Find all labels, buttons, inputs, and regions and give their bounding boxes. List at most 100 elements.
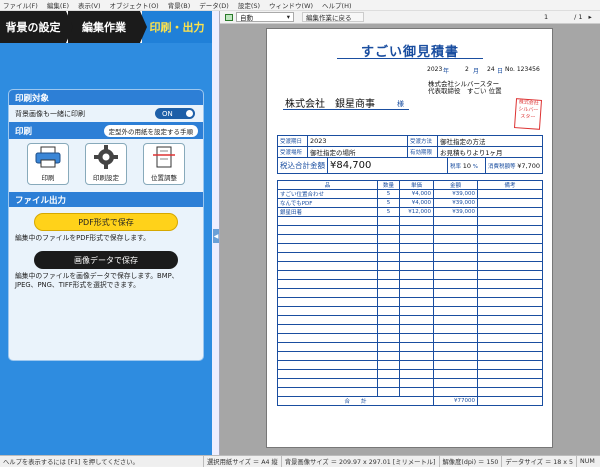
title-underline: [337, 58, 483, 59]
print-settings-label: 印刷設定: [93, 174, 119, 182]
print-header: 印刷 定型外の用紙を設定する手順: [9, 122, 203, 139]
tax-rate: 10: [462, 161, 472, 170]
chevron-down-icon: ▾: [286, 13, 290, 21]
total-value: ¥84,700: [330, 160, 372, 171]
save-image-button[interactable]: 画像データで保存: [34, 251, 178, 269]
info-table: 受渡期日 2023 受渡方法 御社指定の方法 受渡場所 御社指定の場所 有効期限 お見積もり…: [277, 135, 543, 158]
item-price: ¥12,000: [399, 207, 434, 217]
status-datasize: データサイズ ＝ 18 x 5: [501, 455, 576, 467]
table-row: すごい位置合わせ 5 ¥4,000 ¥39,000: [277, 189, 543, 199]
print-buttons: 印刷 印刷設定 位置調整: [9, 139, 203, 189]
position-adjust-icon: [150, 144, 178, 170]
customer-honorific: 様: [397, 100, 404, 108]
col-item: 品: [277, 180, 378, 190]
doc-day-unit: 日: [497, 68, 504, 75]
item-amount: ¥39,000: [433, 207, 478, 217]
doc-day: 24: [487, 66, 495, 73]
step-editing[interactable]: 編集作業: [66, 11, 147, 43]
table-row: [277, 288, 543, 298]
custom-paper-guide-button[interactable]: 定型外の用紙を設定する手順: [103, 124, 198, 137]
delivery-method: 御社指定の方法: [440, 138, 486, 146]
delivery-place: 御社指定の場所: [310, 149, 356, 157]
print-background-toggle[interactable]: ON: [155, 108, 195, 119]
table-row: [277, 306, 543, 316]
print-button[interactable]: 印刷: [27, 143, 69, 185]
zoom-select[interactable]: 自動 ▾: [236, 12, 294, 22]
page-total: / 1: [574, 13, 583, 21]
step-tabs: 背景の設定 編集作業 印刷・出力: [0, 11, 212, 43]
table-row: [277, 369, 543, 379]
table-row: 銀星田着 5 ¥12,000 ¥39,000: [277, 207, 543, 217]
menu-edit[interactable]: 編集(E): [47, 0, 69, 10]
menu-help[interactable]: ヘルプ(H): [322, 0, 351, 10]
collapse-arrow-icon[interactable]: ◀: [213, 229, 219, 243]
issuer-representative: 代表取締役 すごい 位置: [428, 87, 502, 95]
doc-no: No. 123456: [505, 66, 540, 73]
table-row: [277, 297, 543, 307]
delivery-date-year: 2023: [310, 137, 327, 145]
save-pdf-description: 編集中のファイルをPDF形式で保存します。: [15, 234, 150, 242]
item-name: 銀星田着: [277, 207, 378, 217]
view-mode-icon[interactable]: [225, 13, 233, 21]
item-name: すごい位置合わせ: [277, 189, 378, 199]
menu-background[interactable]: 背景(B): [168, 0, 191, 10]
menu-bar: ファイル(F) 編集(E) 表示(V) オブジェクト(O) 背景(B) データ(…: [0, 0, 600, 11]
page-nav-icon[interactable]: ▸: [589, 13, 592, 21]
step-background-settings[interactable]: 背景の設定: [0, 11, 73, 43]
zoom-value: 自動: [240, 14, 253, 22]
table-row: [277, 378, 543, 388]
col-note: 備考: [477, 180, 543, 190]
menu-settings[interactable]: 設定(S): [238, 0, 260, 10]
position-adjust-label: 位置調整: [151, 174, 177, 182]
preview-area: 自動 ▾ 編集作業に戻る 1 / 1 ▸ すごい御見積書 2023 年 2 月 2…: [220, 11, 600, 455]
item-qty: 5: [377, 207, 400, 217]
position-adjust-button[interactable]: 位置調整: [143, 143, 185, 185]
print-settings-button[interactable]: 印刷設定: [85, 143, 127, 185]
tax-value: ¥7,700: [517, 161, 540, 170]
customer-name: 株式会社 銀星商事: [285, 99, 375, 110]
output-panel: 印刷対象 背景画像も一緒に印刷 ON 印刷 定型外の用紙を設定する手順 印刷 印…: [8, 89, 204, 361]
back-to-edit-button[interactable]: 編集作業に戻る: [302, 12, 364, 22]
item-price: ¥4,000: [399, 189, 434, 199]
table-row: [277, 234, 543, 244]
save-pdf-button[interactable]: PDF形式で保存: [34, 213, 178, 231]
printer-icon: [34, 144, 62, 170]
table-row: [277, 360, 543, 370]
menu-file[interactable]: ファイル(F): [3, 0, 38, 10]
table-row: [277, 216, 543, 226]
menu-object[interactable]: オブジェクト(O): [110, 0, 159, 10]
table-row: [277, 270, 543, 280]
item-amount: ¥39,000: [433, 189, 478, 199]
col-qty: 数量: [377, 180, 400, 190]
print-button-label: 印刷: [41, 174, 55, 182]
status-dpi: 解像度(dpi) ＝ 150: [438, 455, 502, 467]
step-print-output[interactable]: 印刷・出力: [140, 11, 212, 43]
gear-icon: [92, 144, 120, 170]
print-background-label: 背景画像も一緒に印刷: [15, 109, 85, 118]
status-help: ヘルプを表示するには [F1] を押してください。: [3, 458, 139, 466]
total-label: 税込合計金額: [277, 157, 328, 174]
print-header-label: 印刷: [15, 126, 33, 137]
total-table: 税込合計金額 ¥84,700 税率 10 % 消費税額等 ¥7,700: [277, 157, 543, 174]
sum-row: 合 計 ¥77000: [277, 396, 543, 406]
issuer-block: 株式会社シルバースター 代表取締役 すごい 位置: [428, 75, 542, 95]
table-row: [277, 342, 543, 352]
left-panel: 背景の設定 編集作業 印刷・出力 印刷対象 背景画像も一緒に印刷 ON 印刷 定…: [0, 11, 212, 455]
table-row: [277, 225, 543, 235]
menu-window[interactable]: ウィンドウ(W): [269, 0, 313, 10]
item-price: ¥4,000: [399, 198, 434, 208]
items-table: 品 数量 単価 金額 備考 すごい位置合わせ 5 ¥4,000 ¥39,000 なんで…: [277, 180, 543, 406]
menu-view[interactable]: 表示(V): [78, 0, 101, 10]
item-amount: ¥39,000: [433, 198, 478, 208]
table-row: [277, 387, 543, 397]
doc-month: 2: [465, 66, 469, 73]
item-name: なんでもPDF: [277, 198, 378, 208]
sum-value: ¥77000: [433, 396, 478, 406]
file-output-header: ファイル出力: [9, 192, 203, 207]
panel-splitter[interactable]: ◀: [212, 11, 220, 455]
menu-data[interactable]: データ(D): [199, 0, 229, 10]
estimate-document: すごい御見積書 2023 年 2 月 24 日 No. 123456 株式会社 …: [277, 39, 543, 441]
col-price: 単価: [399, 180, 434, 190]
status-paper: 選択用紙サイズ ＝ A4 縦: [203, 455, 281, 467]
preview-toolbar: 自動 ▾ 編集作業に戻る 1 / 1 ▸: [220, 11, 600, 24]
